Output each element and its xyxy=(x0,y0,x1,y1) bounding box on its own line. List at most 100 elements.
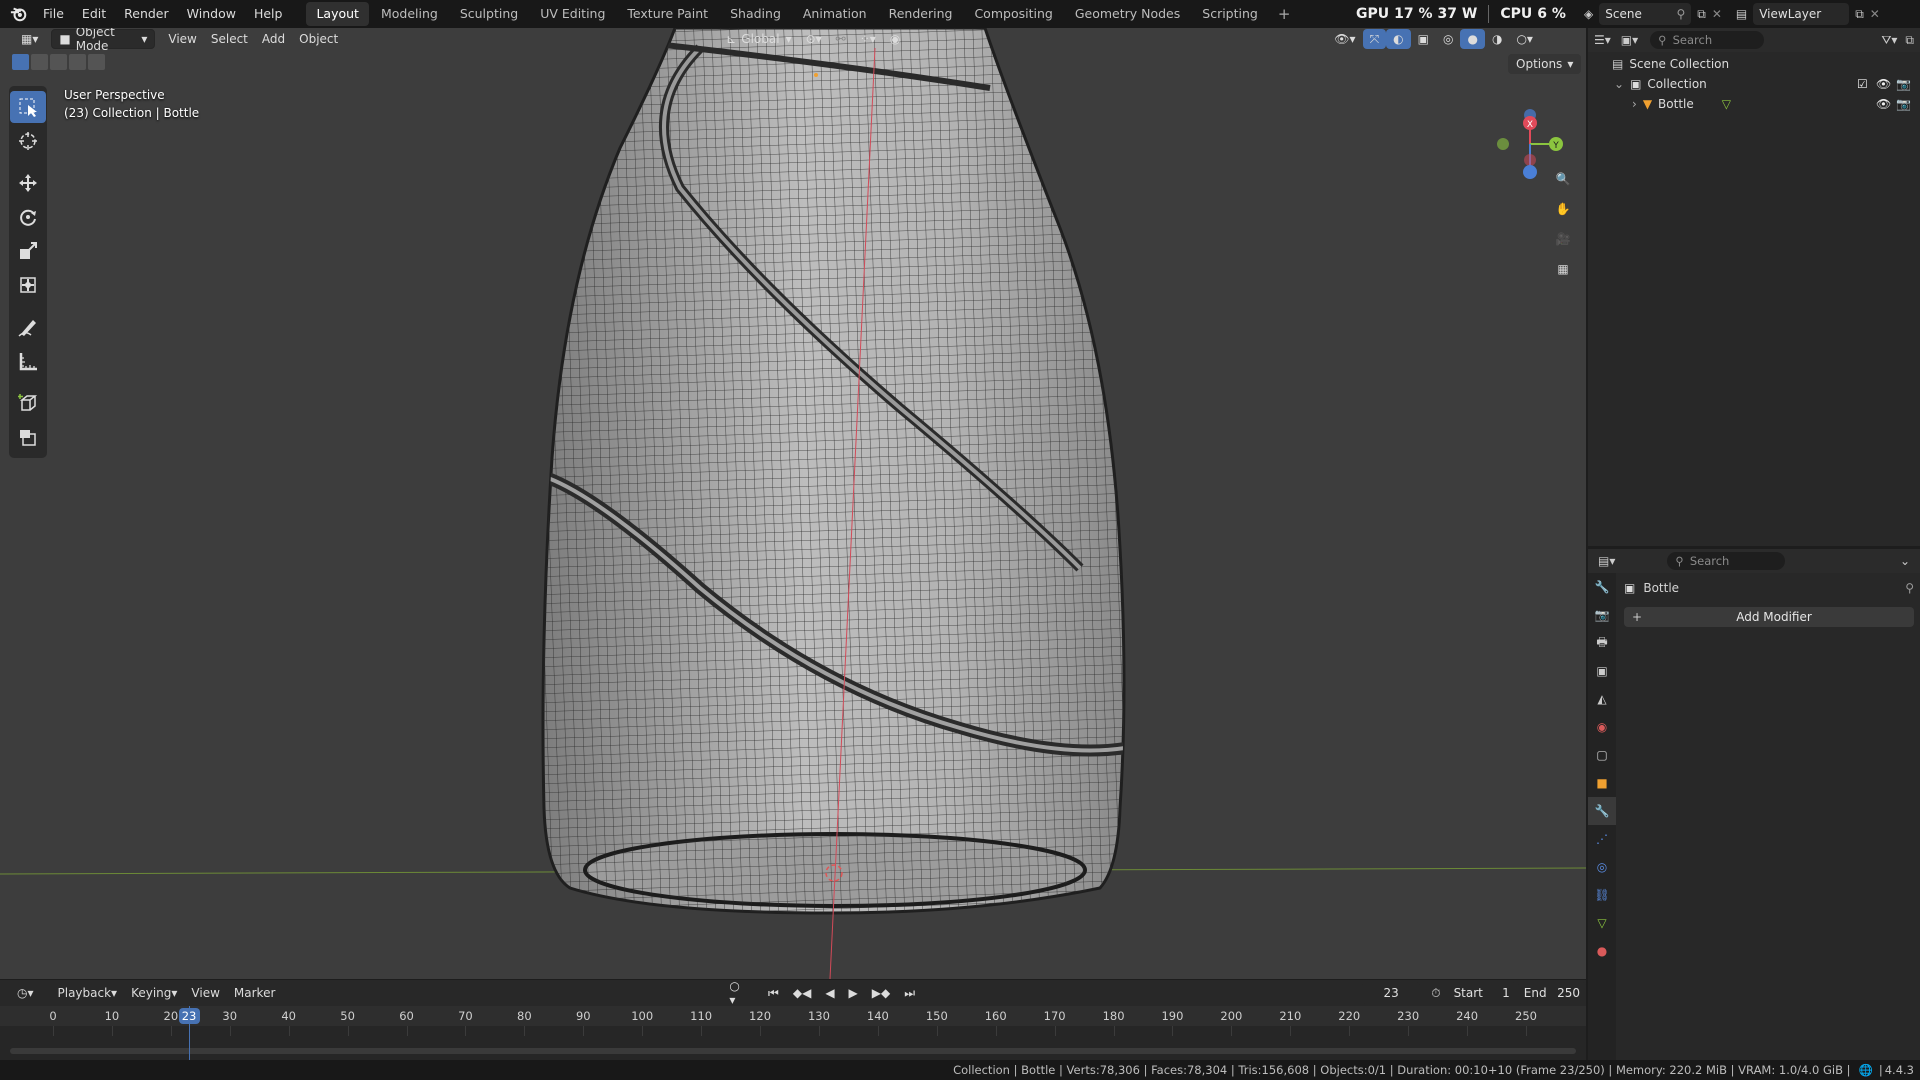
workspace-tab-layout[interactable]: Layout xyxy=(306,2,369,26)
object-visibility-eye-icon[interactable]: 👁 xyxy=(1876,97,1891,111)
transform-tool[interactable] xyxy=(10,269,46,301)
snap-target-icon[interactable]: ⁘▾ xyxy=(853,29,883,49)
select-extend-icon[interactable] xyxy=(31,54,48,70)
orientation-dropdown[interactable]: ⊾ Global ▾ xyxy=(719,29,798,49)
select-box-tool[interactable] xyxy=(10,91,46,123)
workspace-tab-shading[interactable]: Shading xyxy=(720,2,791,26)
mesh-data-icon[interactable]: ▽ xyxy=(1722,97,1731,111)
scene-name-field[interactable]: Scene ⚲ xyxy=(1599,3,1692,25)
outliner-collection[interactable]: ⌄ ▣ Collection ☑ 👁 📷 xyxy=(1588,74,1920,94)
menu-render[interactable]: Render xyxy=(115,0,178,28)
playhead-frame-badge[interactable]: 23 xyxy=(178,1008,200,1024)
scale-tool[interactable] xyxy=(10,235,46,267)
collection-visibility-eye-icon[interactable]: 👁 xyxy=(1876,77,1891,91)
tab-render-icon[interactable]: 📷 xyxy=(1588,601,1616,629)
tab-data-icon[interactable]: ▽ xyxy=(1588,909,1616,937)
scene-icon[interactable]: ◈ xyxy=(1584,7,1593,21)
tab-modifiers-icon[interactable]: 🔧 xyxy=(1588,797,1616,825)
workspace-tab-modeling[interactable]: Modeling xyxy=(371,2,448,26)
view-layer-field[interactable]: ViewLayer xyxy=(1753,3,1850,25)
add-cube-tool[interactable] xyxy=(10,387,46,419)
outliner-scene-collection[interactable]: ▤ Scene Collection xyxy=(1588,54,1920,74)
perspective-grid-icon[interactable]: ▦ xyxy=(1550,256,1576,282)
proportional-edit-icon[interactable]: ◉ xyxy=(883,29,907,49)
delete-view-layer-icon[interactable]: ✕ xyxy=(1870,7,1880,21)
editor-type-icon[interactable]: ▦▾ xyxy=(14,29,45,49)
shading-solid-icon[interactable]: ● xyxy=(1460,29,1485,49)
menu-window[interactable]: Window xyxy=(178,0,245,28)
menu-object[interactable]: Object xyxy=(292,29,345,49)
menu-playback[interactable]: Playback ▾ xyxy=(51,983,125,1003)
filter-icon[interactable]: ⛛▾ xyxy=(1881,33,1897,48)
expand-chevron-icon[interactable]: ⌄ xyxy=(1614,77,1624,91)
view-layer-icon[interactable]: ▤ xyxy=(1736,7,1747,21)
tab-view-layer-icon[interactable]: ▣ xyxy=(1588,657,1616,685)
collapse-chevron-icon[interactable]: › xyxy=(1632,97,1637,111)
bottle-mesh-wireframe[interactable] xyxy=(0,28,1586,979)
time-stopwatch-icon[interactable]: ⏱ xyxy=(1424,983,1447,1003)
timeline-ruler[interactable]: 0 10 20 30 40 50 60 70 80 90 100 110 120 130 140 150 160… xyxy=(0,1006,1586,1026)
tab-physics-icon[interactable]: ◎ xyxy=(1588,853,1616,881)
add-modifier-button[interactable]: + Add Modifier xyxy=(1624,607,1914,627)
current-frame-field[interactable]: 23 xyxy=(1362,982,1421,1004)
rotate-tool[interactable] xyxy=(10,201,46,233)
visibility-icon[interactable]: 👁▾ xyxy=(1327,29,1362,49)
menu-select[interactable]: Select xyxy=(204,29,255,49)
workspace-tab-uv-editing[interactable]: UV Editing xyxy=(530,2,615,26)
delete-scene-icon[interactable]: ✕ xyxy=(1712,7,1722,21)
next-keyframe-icon[interactable]: ▶◆ xyxy=(865,983,897,1003)
auto-keying-icon[interactable]: ○ ▾ xyxy=(722,979,751,1007)
tab-particles-icon[interactable]: ⋰ xyxy=(1588,825,1616,853)
select-invert-icon[interactable] xyxy=(69,54,86,70)
menu-add[interactable]: Add xyxy=(255,29,292,49)
pivot-icon[interactable]: ⊙▾ xyxy=(799,29,829,49)
annotate-tool[interactable] xyxy=(10,311,46,343)
tab-collection-icon[interactable]: ▢ xyxy=(1588,741,1616,769)
outliner-search-input[interactable]: ⚲ Search xyxy=(1650,31,1765,49)
workspace-tab-sculpting[interactable]: Sculpting xyxy=(450,2,528,26)
properties-editor-type-icon[interactable]: ▤▾ xyxy=(1598,554,1615,568)
xray-icon[interactable]: ▣ xyxy=(1411,29,1436,49)
select-intersect-icon[interactable] xyxy=(88,54,105,70)
prev-keyframe-icon[interactable]: ◆◀ xyxy=(786,983,818,1003)
tab-world-icon[interactable]: ◉ xyxy=(1588,713,1616,741)
end-frame-field[interactable]: End 250 xyxy=(1517,982,1586,1004)
blender-logo-icon[interactable] xyxy=(10,5,28,23)
play-icon[interactable]: ▶ xyxy=(842,983,865,1003)
timeline-track[interactable] xyxy=(0,1026,1586,1060)
camera-view-icon[interactable]: 🎥 xyxy=(1550,226,1576,252)
tab-tool-icon[interactable]: 🔧 xyxy=(1588,573,1616,601)
menu-file[interactable]: File xyxy=(34,0,73,28)
select-subtract-icon[interactable] xyxy=(50,54,67,70)
play-reverse-icon[interactable]: ◀ xyxy=(818,983,841,1003)
exclude-checkbox[interactable]: ☑ xyxy=(1857,77,1868,91)
shading-material-icon[interactable]: ◑ xyxy=(1485,29,1509,49)
jump-start-icon[interactable]: ⏮ xyxy=(761,983,786,1003)
overlay-toggle-icon[interactable]: ◐ xyxy=(1386,29,1411,49)
jump-end-icon[interactable]: ⏭ xyxy=(897,983,922,1003)
tab-output-icon[interactable]: 🖶 xyxy=(1588,629,1616,657)
snap-icon[interactable]: ⚯ xyxy=(829,29,853,49)
start-frame-field[interactable]: Start 1 xyxy=(1447,982,1516,1004)
new-view-layer-icon[interactable]: ⧉ xyxy=(1855,7,1864,22)
display-mode-icon[interactable]: ▣▾ xyxy=(1621,33,1638,47)
zoom-icon[interactable]: 🔍 xyxy=(1550,166,1576,192)
menu-view[interactable]: View xyxy=(161,29,203,49)
gizmo-toggle-icon[interactable]: ⤧ xyxy=(1362,29,1387,49)
select-new-icon[interactable] xyxy=(12,54,29,70)
options-button[interactable]: Options ▾ xyxy=(1508,54,1582,74)
menu-edit[interactable]: Edit xyxy=(73,0,115,28)
menu-keying[interactable]: Keying ▾ xyxy=(124,983,184,1003)
pin-icon[interactable]: ⚲ xyxy=(1676,7,1685,21)
pin-toggle-icon[interactable]: ⚲ xyxy=(1905,581,1914,595)
workspace-tab-compositing[interactable]: Compositing xyxy=(964,2,1062,26)
new-scene-icon[interactable]: ⧉ xyxy=(1697,7,1706,22)
shading-wireframe-icon[interactable]: ◎ xyxy=(1436,29,1460,49)
object-render-camera-icon[interactable]: 📷 xyxy=(1896,97,1911,111)
workspace-tab-rendering[interactable]: Rendering xyxy=(879,2,963,26)
pan-hand-icon[interactable]: ✋ xyxy=(1550,196,1576,222)
move-tool[interactable] xyxy=(10,167,46,199)
add-primitive-tool[interactable] xyxy=(10,421,46,453)
workspace-tab-animation[interactable]: Animation xyxy=(793,2,877,26)
tab-constraints-icon[interactable]: ⛓ xyxy=(1588,881,1616,909)
